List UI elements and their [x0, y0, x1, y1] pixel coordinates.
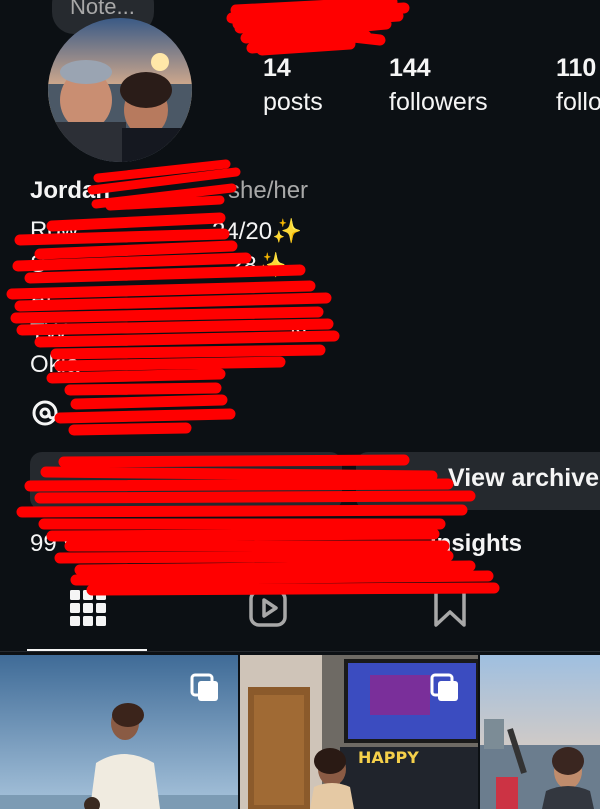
tab-divider: [0, 651, 600, 652]
threads-icon[interactable]: [30, 398, 60, 428]
bio-line-5: Okla: [30, 351, 80, 378]
insights-link[interactable]: insights: [430, 530, 522, 558]
carousel-icon: [190, 673, 218, 701]
following-count: 110: [556, 54, 597, 82]
posts-label[interactable]: posts: [263, 88, 323, 117]
note-text: Note...: [70, 0, 135, 19]
bio-line-1-end: 24/20✨: [212, 218, 302, 245]
following-label[interactable]: follo: [556, 88, 600, 117]
bio-line-2: S: [30, 251, 47, 278]
edit-profile-button[interactable]: [30, 452, 342, 510]
post-tile-1[interactable]: [0, 655, 238, 809]
pronouns: she/her: [228, 177, 309, 204]
svg-text:HAPPY: HAPPY: [358, 748, 419, 767]
tagged-icon[interactable]: [430, 588, 470, 628]
avatar-photo: [48, 18, 192, 162]
bio-line-4-end: N: [290, 319, 308, 346]
view-archive-label: View archive: [448, 464, 600, 492]
posts-count: 14: [263, 54, 291, 82]
grid-icon[interactable]: [68, 588, 108, 628]
profile-views-text[interactable]: 99 views: [30, 530, 123, 558]
post-photo-3: [480, 655, 600, 809]
carousel-icon: [430, 673, 458, 701]
reels-icon[interactable]: [248, 588, 288, 628]
followers-label[interactable]: followers: [389, 88, 488, 117]
bio-line-2-end: 28✨: [230, 252, 287, 279]
post-tile-2[interactable]: HAPPY: [240, 655, 478, 809]
post-tile-3[interactable]: [480, 655, 600, 809]
followers-count: 144: [389, 54, 431, 82]
bio-line-4: TW: [30, 319, 68, 346]
bio-line-1: Row: [30, 217, 79, 244]
avatar[interactable]: [48, 18, 192, 162]
bio-line-3: Ar: [30, 285, 54, 312]
profile-name: Jordan: [30, 177, 111, 204]
